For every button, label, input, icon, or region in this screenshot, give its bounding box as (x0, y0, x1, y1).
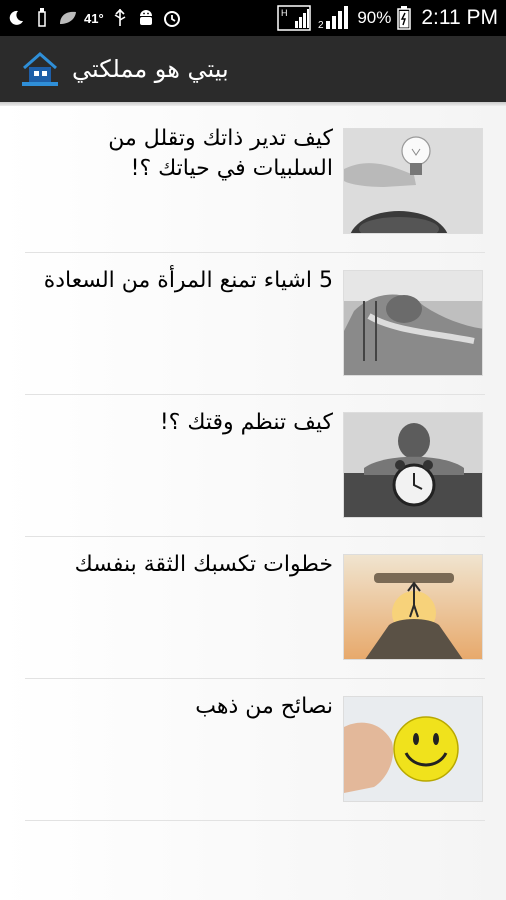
svg-text:H: H (281, 8, 288, 18)
app-title: بيتي هو مملكتي (72, 55, 229, 83)
article-title: 5 اشياء تمنع المرأة من السعادة (43, 268, 333, 293)
battery-percent: 90% (357, 8, 392, 27)
figure-lifting-log-photo (343, 554, 483, 660)
list-item[interactable]: نصائح من ذهب (25, 680, 485, 821)
battery-icon (397, 6, 412, 30)
article-list: كيف تدير ذاتك وتقلل من السلبيات في حياتك… (0, 106, 506, 900)
article-title: كيف تدير ذاتك وتقلل من السلبيات في حياتك… (108, 126, 333, 181)
house-logo-icon[interactable] (20, 50, 60, 88)
man-alarm-clock-photo (343, 412, 483, 518)
signal-h-icon: H (277, 5, 312, 31)
alarm-icon (162, 8, 182, 28)
list-item[interactable]: خطوات تكسبك الثقة بنفسك (25, 538, 485, 679)
usb-debug-icon (110, 8, 130, 28)
clock: 2:11 PM (421, 6, 498, 29)
leaf-icon (58, 8, 78, 28)
list-item[interactable]: كيف تنظم وقتك ؟! (25, 396, 485, 537)
usb-icon (32, 8, 52, 28)
article-title: خطوات تكسبك الثقة بنفسك (74, 552, 333, 577)
list-item[interactable]: 5 اشياء تمنع المرأة من السعادة (25, 254, 485, 395)
article-title: نصائح من ذهب (195, 694, 333, 719)
article-title: كيف تنظم وقتك ؟! (159, 410, 333, 435)
android-icon (136, 8, 156, 28)
lightbulb-photo (343, 128, 483, 234)
status-bar: 41° H 2 90% 2:11 PM (0, 0, 506, 36)
list-item[interactable]: كيف تدير ذاتك وتقلل من السلبيات في حياتك… (25, 112, 485, 253)
signal-bars-icon: 2 (317, 6, 351, 31)
svg-text:2: 2 (318, 20, 324, 31)
woman-lying-photo (343, 270, 483, 376)
temperature-readout: 41° (84, 10, 104, 26)
app-bar: بيتي هو مملكتي (0, 36, 506, 102)
moon-icon (6, 8, 26, 28)
smiley-ball-photo (343, 696, 483, 802)
